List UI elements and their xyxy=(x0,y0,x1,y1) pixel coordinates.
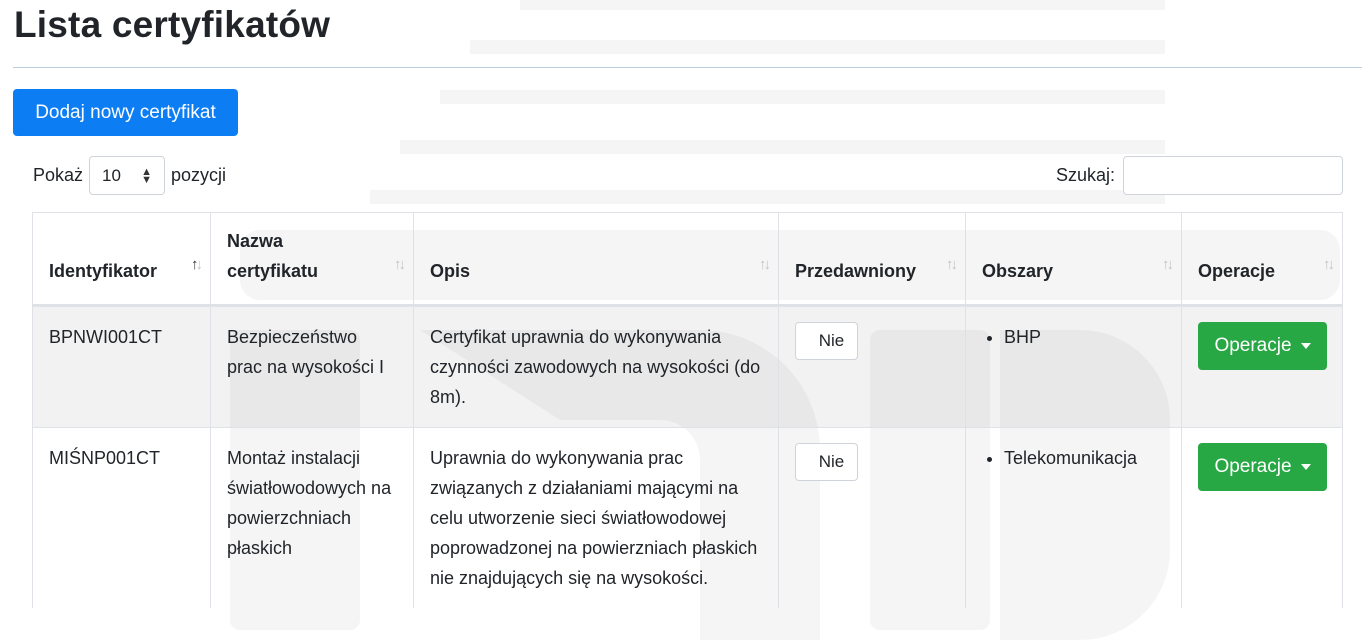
cell-expired: Nie xyxy=(778,427,966,608)
expired-toggle[interactable]: Nie xyxy=(795,322,858,360)
column-header-obszary[interactable]: Obszary ↑↓ xyxy=(965,212,1182,307)
cell-name: Bezpieczeństwo prac na wysokości I xyxy=(210,305,414,428)
operations-dropdown-button[interactable]: Operacje xyxy=(1198,322,1327,370)
sort-icon: ↑↓ xyxy=(1323,256,1335,273)
title-divider xyxy=(13,67,1362,68)
page-length-value: 10 xyxy=(102,165,121,185)
page-length-control: Pokaż 10 ▲ ▼ pozycji xyxy=(33,156,226,195)
add-certificate-button[interactable]: Dodaj nowy certyfikat xyxy=(13,89,238,136)
page-length-select[interactable]: 10 ▲ ▼ xyxy=(89,156,166,195)
length-prefix-label: Pokaż xyxy=(33,165,84,185)
sort-icon: ↑↓ xyxy=(759,256,771,273)
caret-down-icon xyxy=(1300,343,1311,349)
length-suffix-label: pozycji xyxy=(171,165,227,185)
column-header-identyfikator[interactable]: Identyfikator ↑↓ xyxy=(32,212,211,307)
page-title: Lista certyfikatów xyxy=(14,4,331,45)
areas-list: BHP xyxy=(982,322,1165,352)
column-header-operacje[interactable]: Operacje ↑↓ xyxy=(1181,212,1343,307)
select-updown-icon: ▲ ▼ xyxy=(141,165,153,186)
search-input[interactable] xyxy=(1123,156,1343,195)
cell-identifier: BPNWI001CT xyxy=(32,305,211,428)
cell-description: Uprawnia do wykonywania prac związanych … xyxy=(413,427,779,608)
sort-asc-icon: ↑↓ xyxy=(191,256,203,273)
cell-expired: Nie xyxy=(778,305,966,428)
column-header-nazwa[interactable]: Nazwa certyfikatu ↑↓ xyxy=(210,212,414,307)
certificates-table: Identyfikator ↑↓ Nazwa certyfikatu ↑↓ Op… xyxy=(32,212,1343,608)
table-row: MIŚNP001CT Montaż instalacji światłowodo… xyxy=(32,427,1343,608)
caret-down-icon xyxy=(1300,464,1311,470)
sort-icon: ↑↓ xyxy=(946,256,958,273)
column-header-opis[interactable]: Opis ↑↓ xyxy=(413,212,779,307)
areas-list: Telekomunikacja xyxy=(982,443,1165,473)
table-row: BPNWI001CT Bezpieczeństwo prac na wysoko… xyxy=(32,305,1343,428)
cell-areas: Telekomunikacja xyxy=(965,427,1182,608)
cell-operations: Operacje xyxy=(1181,427,1343,608)
expired-toggle[interactable]: Nie xyxy=(795,443,858,481)
column-header-przedawniony[interactable]: Przedawniony ↑↓ xyxy=(778,212,966,307)
area-item: Telekomunikacja xyxy=(1004,443,1165,473)
cell-description: Certyfikat uprawnia do wykonywania czynn… xyxy=(413,305,779,428)
search-label: Szukaj: xyxy=(1055,165,1115,185)
table-header-row: Identyfikator ↑↓ Nazwa certyfikatu ↑↓ Op… xyxy=(32,212,1343,307)
page: Lista certyfikatów Dodaj nowy certyfikat… xyxy=(0,0,1369,644)
cell-identifier: MIŚNP001CT xyxy=(32,427,211,608)
cell-operations: Operacje xyxy=(1181,305,1343,428)
sort-icon: ↑↓ xyxy=(1162,256,1174,273)
search-control: Szukaj: xyxy=(1056,156,1343,195)
cell-areas: BHP xyxy=(965,305,1182,428)
cell-name: Montaż instalacji światłowodowych na pow… xyxy=(210,427,414,608)
area-item: BHP xyxy=(1004,322,1165,352)
sort-icon: ↑↓ xyxy=(394,256,406,273)
operations-dropdown-button[interactable]: Operacje xyxy=(1198,443,1327,491)
